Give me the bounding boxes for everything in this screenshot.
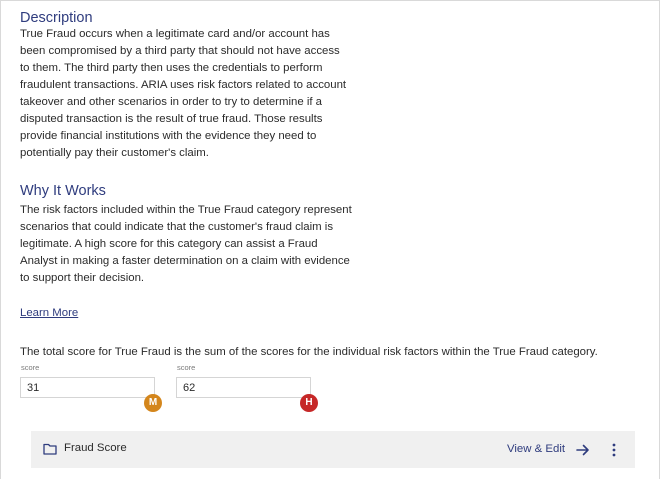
description-line: disputed transaction is the result of tr… — [20, 113, 323, 125]
why-line: legitimate. A high score for this catego… — [20, 238, 318, 250]
description-heading: Description — [20, 10, 93, 26]
description-line: potentially pay their customer's claim. — [20, 147, 209, 159]
risk-badge-high: H — [300, 394, 318, 412]
score-label-medium: score — [21, 363, 40, 372]
score-label-high: score — [177, 363, 196, 372]
description-line: takeover and other scenarios in order to… — [20, 96, 323, 108]
fraud-score-card[interactable]: Fraud Score View & Edit — [31, 431, 635, 468]
card-title: Fraud Score — [64, 442, 127, 454]
why-line: Analyst in making a faster determination… — [20, 255, 350, 267]
description-text: True Fraud occurs when a legitimate card… — [20, 26, 360, 162]
why-line: scenarios that could indicate that the c… — [20, 221, 334, 233]
folder-icon — [43, 443, 57, 455]
why-line: The risk factors included within the Tru… — [20, 204, 352, 216]
score-field-medium[interactable]: 31 — [20, 377, 155, 398]
learn-more-link[interactable]: Learn More — [20, 307, 78, 319]
why-it-works-text: The risk factors included within the Tru… — [20, 202, 360, 287]
view-edit-button[interactable]: View & Edit — [507, 443, 565, 455]
why-it-works-heading: Why It Works — [20, 183, 106, 199]
description-line: fraudulent transactions. ARIA uses risk … — [20, 79, 347, 91]
more-vert-icon[interactable] — [609, 443, 619, 457]
description-line: True Fraud occurs when a legitimate card… — [20, 28, 330, 40]
score-field-high[interactable]: 62 — [176, 377, 311, 398]
why-line: to support their decision. — [20, 272, 145, 284]
arrow-right-icon[interactable] — [576, 444, 590, 456]
content-panel: Description True Fraud occurs when a leg… — [0, 0, 660, 479]
description-line: been compromised by a third party that s… — [20, 45, 340, 57]
risk-badge-medium: M — [144, 394, 162, 412]
total-score-description: The total score for True Fraud is the su… — [20, 346, 598, 358]
description-line: provide financial institutions with the … — [20, 130, 317, 142]
description-line: to them. The third party then uses the c… — [20, 62, 323, 74]
